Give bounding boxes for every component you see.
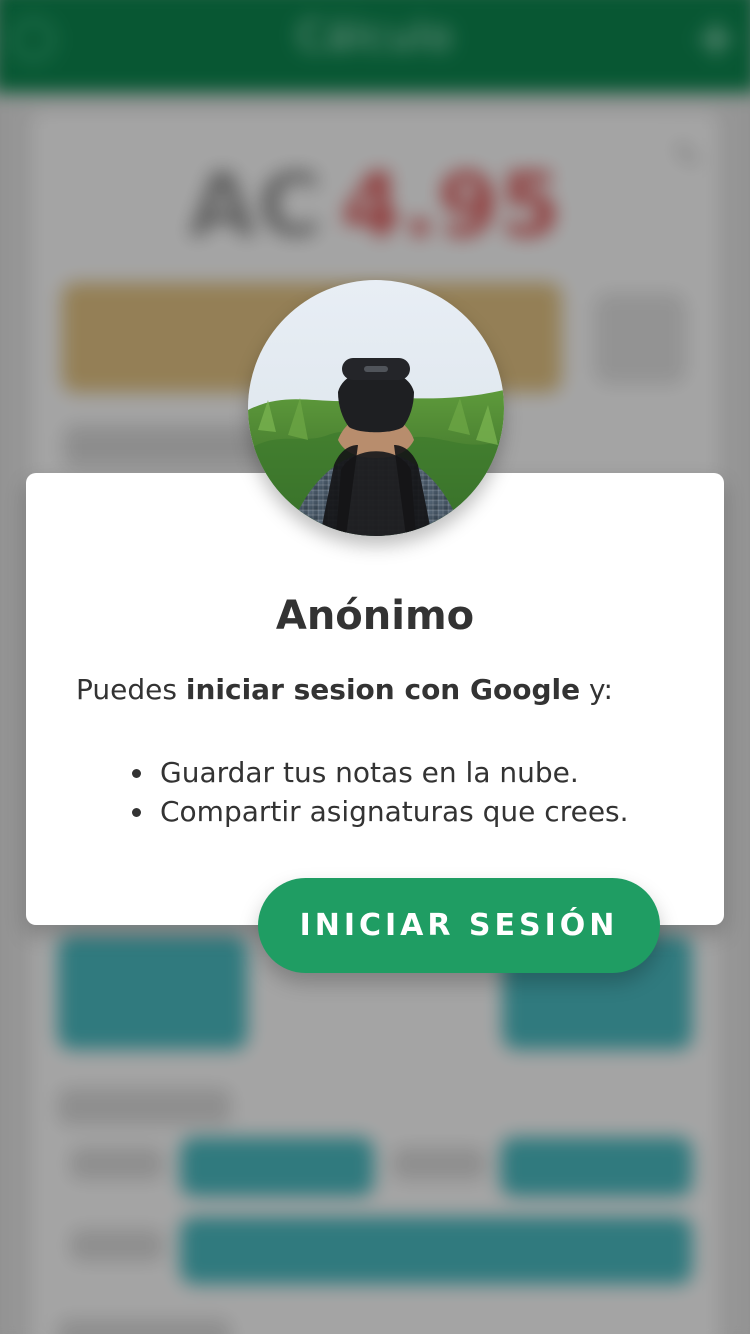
anonymous-dialog: Anónimo Puedes iniciar sesion con Google… [26,473,724,925]
benefit-item: Guardar tus notas en la nube. [156,753,684,792]
login-button[interactable]: INICIAR SESIÓN [258,878,660,973]
dialog-intro: Puedes iniciar sesion con Google y: [76,671,684,709]
user-avatar [248,280,504,536]
avatar-image [248,280,504,536]
dialog-body: Puedes iniciar sesion con Google y: Guar… [76,671,684,831]
intro-prefix: Puedes [76,673,186,706]
intro-suffix: y: [580,673,613,706]
intro-bold: iniciar sesion con Google [185,673,581,706]
benefit-item: Compartir asignaturas que crees. [156,792,684,831]
benefits-list: Guardar tus notas en la nube. Compartir … [76,753,684,831]
dialog-title: Anónimo [275,593,475,639]
